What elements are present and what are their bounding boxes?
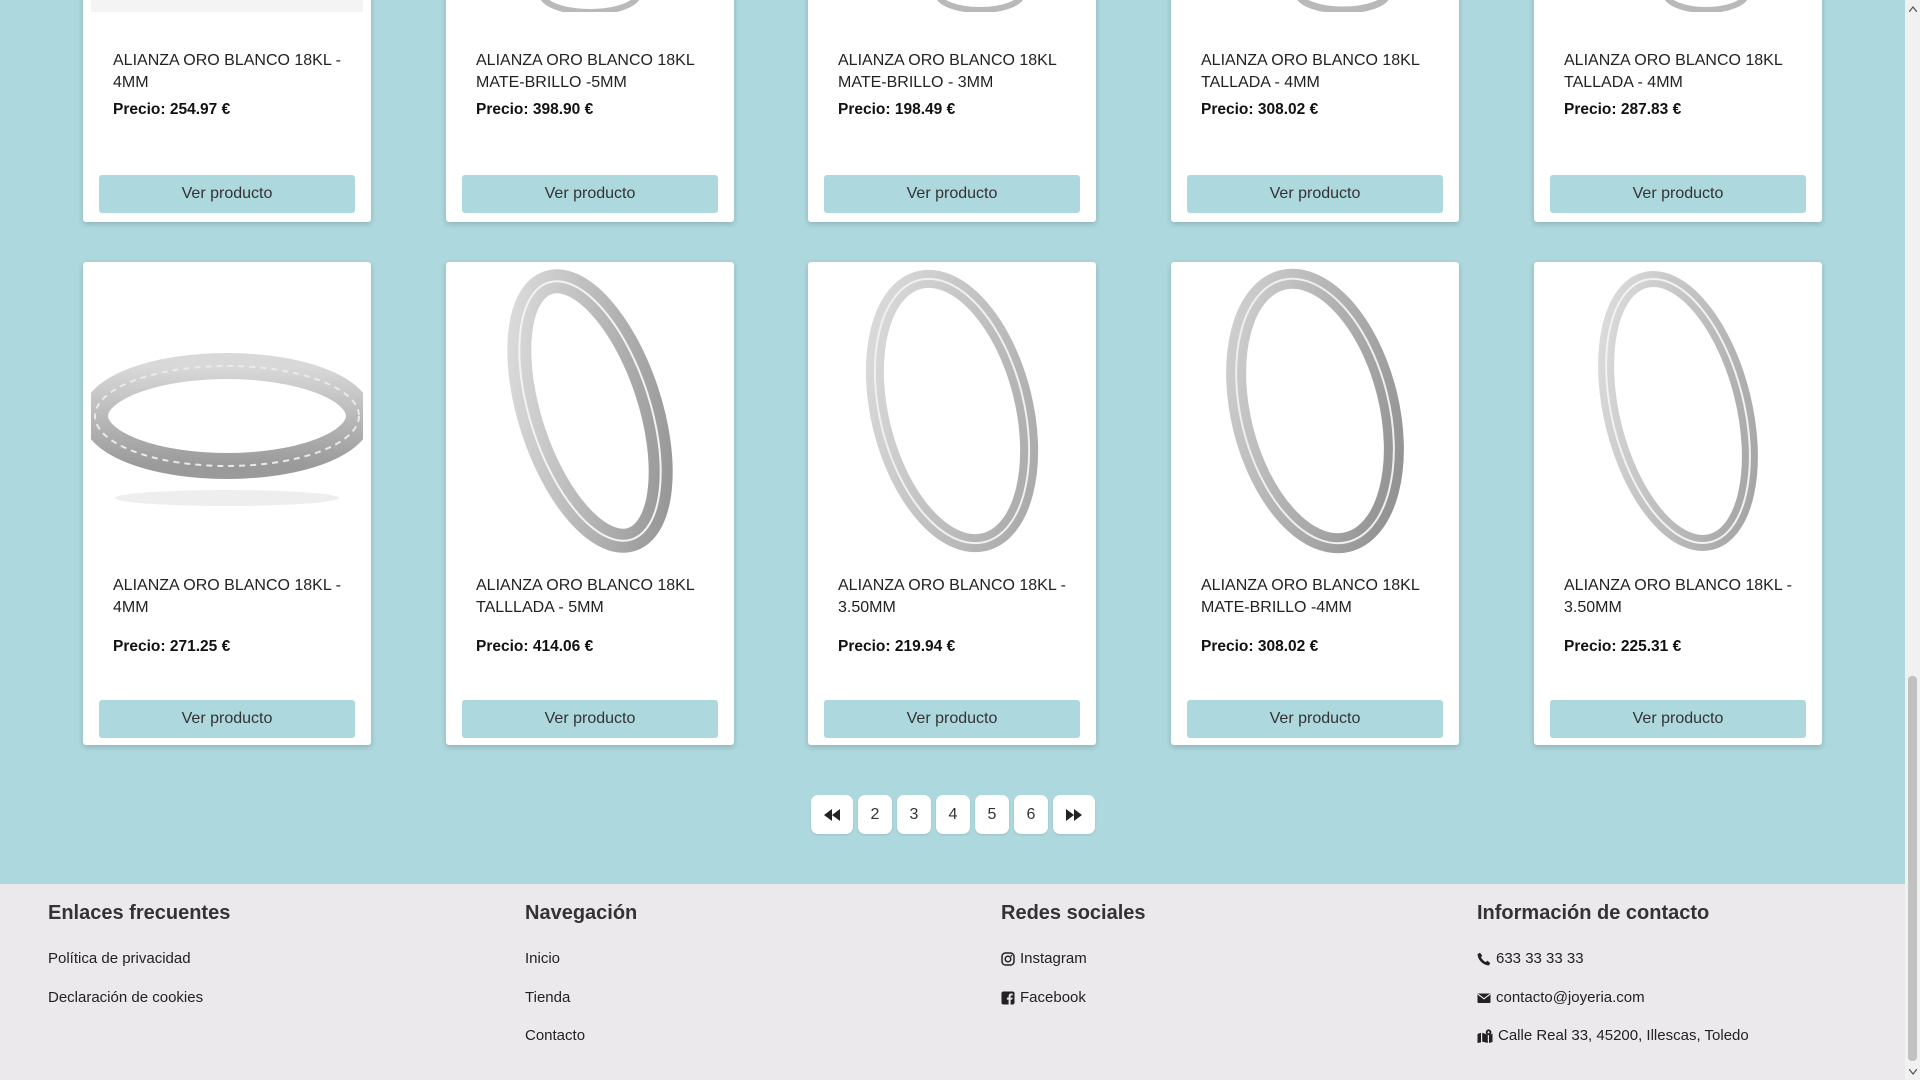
map-location-icon xyxy=(1477,1028,1493,1043)
last-page-button[interactable] xyxy=(1053,795,1095,834)
product-name: ALIANZA ORO BLANCO 18KL MATE-BRILLO -4MM xyxy=(1201,577,1420,616)
footer-contact-column: Información de contacto xyxy=(1477,902,1709,932)
envelope-icon xyxy=(1477,991,1491,1005)
view-product-button[interactable]: Ver producto xyxy=(99,700,355,738)
page-button-2[interactable]: 2 xyxy=(858,795,892,834)
product-price: Precio: 287.83 € xyxy=(1564,101,1682,118)
product-price: Precio: 414.06 € xyxy=(476,638,594,655)
product-card: ALIANZA ORO BLANCO 18KL MATE-BRILLO -5MM… xyxy=(446,0,734,222)
product-image[interactable] xyxy=(91,266,363,556)
product-card: ALIANZA ORO BLANCO 18KL TALLLADA - 5MM P… xyxy=(446,262,734,745)
view-product-button[interactable]: Ver producto xyxy=(1550,700,1806,738)
product-card: ALIANZA ORO BLANCO 18KL TALLADA - 4MM Pr… xyxy=(1171,0,1459,222)
product-name: ALIANZA ORO BLANCO 18KL MATE-BRILLO - 3M… xyxy=(838,52,1057,91)
first-page-button[interactable] xyxy=(811,795,853,834)
product-image[interactable] xyxy=(816,0,1088,20)
contact-address: Calle Real 33, 45200, Illescas, Toledo xyxy=(1477,1027,1749,1044)
vertical-scrollbar[interactable] xyxy=(1905,0,1920,1080)
product-name: ALIANZA ORO BLANCO 18KL - 3.50MM xyxy=(838,577,1066,616)
footer-links-title: Enlaces frecuentes xyxy=(48,902,231,924)
scroll-up-arrow-icon[interactable] xyxy=(1905,0,1920,17)
product-image[interactable] xyxy=(1179,0,1451,20)
nav-link-tienda[interactable]: Tienda xyxy=(525,989,570,1006)
footer-social-title: Redes sociales xyxy=(1001,902,1146,924)
page-button-5[interactable]: 5 xyxy=(975,795,1009,834)
cookies-declaration-link[interactable]: Declaración de cookies xyxy=(48,989,203,1006)
product-name: ALIANZA ORO BLANCO 18KL TALLADA - 4MM xyxy=(1201,52,1420,91)
product-card: ALIANZA ORO BLANCO 18KL - 3.50MM Precio:… xyxy=(1534,262,1822,745)
product-price: Precio: 254.97 € xyxy=(113,101,231,118)
footer-nav-column: Navegación xyxy=(525,902,637,932)
view-product-button[interactable]: Ver producto xyxy=(824,175,1080,213)
view-product-button[interactable]: Ver producto xyxy=(824,700,1080,738)
page-button-3[interactable]: 3 xyxy=(897,795,931,834)
page-button-6[interactable]: 6 xyxy=(1014,795,1048,834)
product-card: ALIANZA ORO BLANCO 18KL - 3.50MM Precio:… xyxy=(808,262,1096,745)
product-image[interactable] xyxy=(91,0,363,20)
product-price: Precio: 308.02 € xyxy=(1201,638,1319,655)
view-product-button[interactable]: Ver producto xyxy=(1187,700,1443,738)
privacy-policy-link[interactable]: Política de privacidad xyxy=(48,950,191,967)
product-name: ALIANZA ORO BLANCO 18KL - 4MM xyxy=(113,52,341,91)
facebook-icon xyxy=(1001,991,1015,1005)
instagram-icon xyxy=(1001,951,1015,966)
instagram-link[interactable]: Instagram xyxy=(1001,950,1087,967)
scrollbar-thumb[interactable] xyxy=(1908,676,1917,1061)
product-name: ALIANZA ORO BLANCO 18KL TALLADA - 4MM xyxy=(1564,52,1783,91)
product-card: ALIANZA ORO BLANCO 18KL MATE-BRILLO - 3M… xyxy=(808,0,1096,222)
nav-link-contacto[interactable]: Contacto xyxy=(525,1027,585,1044)
product-card: ALIANZA ORO BLANCO 18KL - 4MM Precio: 25… xyxy=(83,0,371,222)
address-label: Calle Real 33, 45200, Illescas, Toledo xyxy=(1498,1027,1749,1044)
product-price: Precio: 271.25 € xyxy=(113,638,231,655)
double-chevron-left-icon xyxy=(824,808,840,821)
nav-link-inicio[interactable]: Inicio xyxy=(525,950,560,967)
footer-contact-title: Información de contacto xyxy=(1477,902,1710,924)
product-price: Precio: 225.31 € xyxy=(1564,638,1682,655)
facebook-label: Facebook xyxy=(1020,989,1086,1006)
product-image[interactable] xyxy=(1542,0,1814,20)
contact-phone: 633 33 33 33 xyxy=(1477,950,1584,967)
contact-email[interactable]: contacto@joyeria.com xyxy=(1477,989,1645,1006)
double-chevron-right-icon xyxy=(1066,808,1082,821)
product-image[interactable] xyxy=(1179,266,1451,556)
product-price: Precio: 398.90 € xyxy=(476,101,594,118)
footer-nav-title: Navegación xyxy=(525,902,638,924)
page-button-4[interactable]: 4 xyxy=(936,795,970,834)
product-name: ALIANZA ORO BLANCO 18KL - 3.50MM xyxy=(1564,577,1792,616)
product-card: ALIANZA ORO BLANCO 18KL MATE-BRILLO -4MM… xyxy=(1171,262,1459,745)
view-product-button[interactable]: Ver producto xyxy=(1187,175,1443,213)
product-image[interactable] xyxy=(454,0,726,20)
scroll-down-arrow-icon[interactable] xyxy=(1905,1063,1920,1080)
product-card: ALIANZA ORO BLANCO 18KL - 4MM Precio: 27… xyxy=(83,262,371,745)
email-label: contacto@joyeria.com xyxy=(1496,989,1645,1006)
product-image[interactable] xyxy=(1542,266,1814,556)
phone-icon xyxy=(1477,952,1491,966)
view-product-button[interactable]: Ver producto xyxy=(462,700,718,738)
footer-social-column: Redes sociales xyxy=(1001,902,1146,932)
facebook-link[interactable]: Facebook xyxy=(1001,989,1086,1006)
pagination: 2 3 4 5 6 xyxy=(811,795,1095,834)
product-card: ALIANZA ORO BLANCO 18KL TALLADA - 4MM Pr… xyxy=(1534,0,1822,222)
page-viewport: ALIANZA ORO BLANCO 18KL - 4MM Precio: 25… xyxy=(0,0,1905,1080)
product-name: ALIANZA ORO BLANCO 18KL MATE-BRILLO -5MM xyxy=(476,52,695,91)
view-product-button[interactable]: Ver producto xyxy=(1550,175,1806,213)
phone-label: 633 33 33 33 xyxy=(1496,950,1584,967)
instagram-label: Instagram xyxy=(1020,950,1087,967)
product-name: ALIANZA ORO BLANCO 18KL TALLLADA - 5MM xyxy=(476,577,695,616)
product-price: Precio: 198.49 € xyxy=(838,101,956,118)
product-price: Precio: 219.94 € xyxy=(838,638,956,655)
view-product-button[interactable]: Ver producto xyxy=(462,175,718,213)
view-product-button[interactable]: Ver producto xyxy=(99,175,355,213)
product-image[interactable] xyxy=(816,266,1088,556)
product-image[interactable] xyxy=(454,266,726,556)
product-price: Precio: 308.02 € xyxy=(1201,101,1319,118)
footer: Enlaces frecuentes Política de privacida… xyxy=(0,884,1905,1080)
product-name: ALIANZA ORO BLANCO 18KL - 4MM xyxy=(113,577,341,616)
footer-links-column: Enlaces frecuentes xyxy=(48,902,230,932)
